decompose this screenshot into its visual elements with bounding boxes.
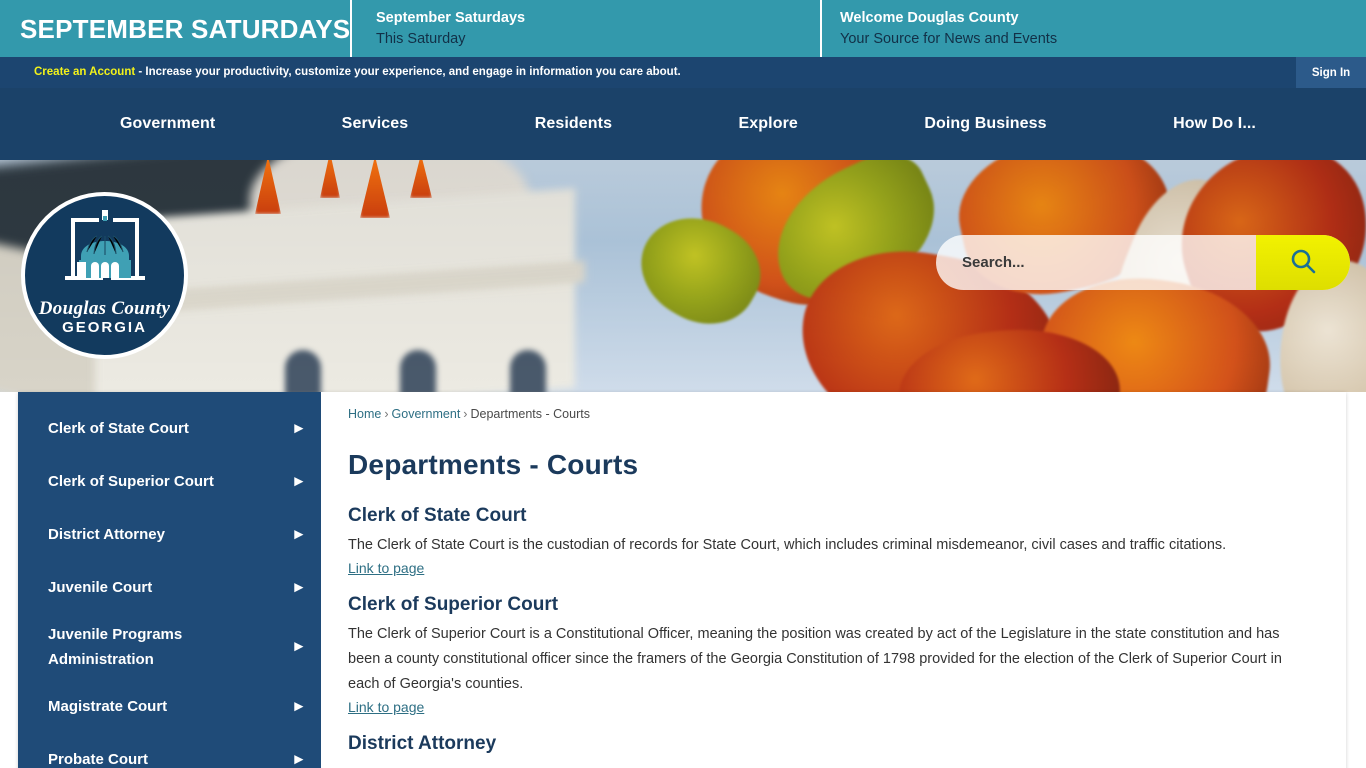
- sidebar-item-clerk-of-superior-court[interactable]: Clerk of Superior Court ▶: [18, 455, 321, 508]
- chevron-right-icon[interactable]: ▶: [295, 529, 303, 540]
- sidebar-item-district-attorney[interactable]: District Attorney ▶: [18, 508, 321, 561]
- alert-welcome-column[interactable]: Welcome Douglas County Your Source for N…: [822, 0, 1366, 57]
- hero-banner: Douglas County GEORGIA: [0, 160, 1366, 392]
- county-logo[interactable]: Douglas County GEORGIA: [21, 192, 188, 359]
- alert-bar: SEPTEMBER SATURDAYS September Saturdays …: [0, 0, 1366, 57]
- nav-item-how-do-i[interactable]: How Do I...: [1173, 115, 1256, 133]
- chevron-right-icon[interactable]: ▶: [295, 754, 303, 765]
- breadcrumb-item-current: Departments - Courts: [470, 407, 590, 421]
- courthouse-dome-icon: [57, 210, 153, 296]
- sidebar-item-juvenile-court[interactable]: Juvenile Court ▶: [18, 561, 321, 614]
- breadcrumb-item-home[interactable]: Home: [348, 407, 381, 421]
- sidebar-item-label: Juvenile Programs Administration: [48, 626, 183, 668]
- chevron-right-icon[interactable]: ▶: [295, 582, 303, 593]
- chevron-right-icon[interactable]: ▶: [295, 476, 303, 487]
- page-card: Clerk of State Court ▶ Clerk of Superior…: [18, 392, 1346, 768]
- chevron-right-icon[interactable]: ▶: [295, 701, 303, 712]
- sidebar-item-magistrate-court[interactable]: Magistrate Court ▶: [18, 680, 321, 733]
- breadcrumb-separator: ›: [384, 407, 389, 421]
- section-heading-district-attorney: District Attorney: [348, 733, 497, 754]
- sidebar-item-label: Clerk of State Court: [48, 420, 189, 437]
- section-body-clerk-of-superior-court: The Clerk of Superior Court is a Constit…: [348, 626, 1282, 692]
- search-icon: [1288, 246, 1318, 279]
- sidebar-item-label: Magistrate Court: [48, 698, 168, 715]
- sidebar-item-label: District Attorney: [48, 526, 165, 543]
- section-body-clerk-of-state-court: The Clerk of State Court is the custodia…: [348, 537, 1227, 553]
- alert-event-heading: September Saturdays: [376, 9, 526, 26]
- create-account-link[interactable]: Create an Account: [34, 66, 135, 78]
- alert-banner-title-box: SEPTEMBER SATURDAYS: [0, 0, 352, 57]
- section-heading-clerk-of-superior-court: Clerk of Superior Court: [348, 594, 559, 615]
- section-link-clerk-of-superior-court[interactable]: Link to page: [348, 699, 424, 715]
- content-area: Clerk of State Court ▶ Clerk of Superior…: [0, 392, 1366, 768]
- nav-item-residents[interactable]: Residents: [535, 115, 612, 133]
- create-account-text: Create an Account - Increase your produc…: [0, 65, 681, 79]
- chevron-right-icon[interactable]: ▶: [295, 423, 303, 434]
- search-input[interactable]: [936, 253, 1256, 272]
- sidebar-item-clerk-of-state-court[interactable]: Clerk of State Court ▶: [18, 402, 321, 455]
- alert-welcome-heading: Welcome Douglas County: [840, 9, 1019, 26]
- main-navigation: Government Services Residents Explore Do…: [0, 88, 1366, 160]
- sidebar-item-label: Clerk of Superior Court: [48, 473, 214, 490]
- sidebar-item-juvenile-programs-administration[interactable]: Juvenile Programs Administration ▶: [18, 614, 321, 680]
- nav-item-doing-business[interactable]: Doing Business: [924, 115, 1046, 133]
- alert-event-column[interactable]: September Saturdays This Saturday: [352, 0, 822, 57]
- department-sidebar: Clerk of State Court ▶ Clerk of Superior…: [18, 392, 321, 768]
- nav-item-explore[interactable]: Explore: [739, 115, 798, 133]
- nav-item-government[interactable]: Government: [120, 115, 215, 133]
- alert-event-subtext: This Saturday: [376, 30, 466, 47]
- create-account-message: - Increase your productivity, customize …: [135, 65, 681, 78]
- search-button[interactable]: [1256, 235, 1350, 290]
- sign-in-button[interactable]: Sign In: [1296, 57, 1366, 88]
- logo-county-name: Douglas County: [38, 298, 171, 319]
- sidebar-item-label: Probate Court: [48, 751, 149, 768]
- breadcrumb: Home › Government › Departments - Courts: [348, 407, 1306, 421]
- sidebar-item-label: Juvenile Court: [48, 579, 153, 596]
- section-link-clerk-of-state-court[interactable]: Link to page: [348, 560, 424, 576]
- alert-welcome-subtext: Your Source for News and Events: [840, 30, 1058, 47]
- breadcrumb-item-government[interactable]: Government: [392, 407, 461, 421]
- logo-state-name: GEORGIA: [62, 319, 147, 336]
- breadcrumb-separator: ›: [463, 407, 468, 421]
- site-search: [936, 235, 1350, 290]
- section-heading-clerk-of-state-court: Clerk of State Court: [348, 505, 527, 526]
- nav-item-services[interactable]: Services: [342, 115, 409, 133]
- page-title: Departments - Courts: [348, 449, 639, 480]
- sidebar-item-probate-court[interactable]: Probate Court ▶: [18, 733, 321, 768]
- create-account-bar: Create an Account - Increase your produc…: [0, 57, 1366, 88]
- alert-banner-title: SEPTEMBER SATURDAYS: [20, 13, 351, 44]
- chevron-right-icon[interactable]: ▶: [295, 641, 303, 653]
- main-content: Home › Government › Departments - Courts Dep…: [321, 392, 1346, 768]
